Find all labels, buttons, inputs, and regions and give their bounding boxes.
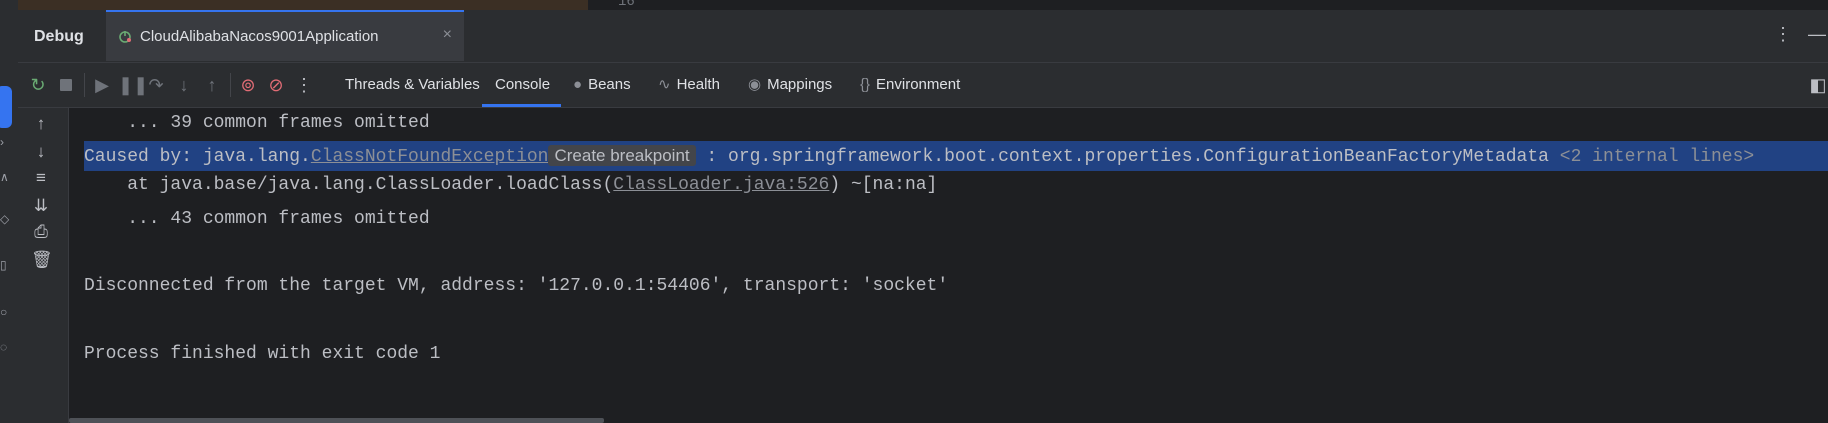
tab-label: Console: [495, 76, 551, 93]
more-options-icon[interactable]: ⋮: [1774, 24, 1792, 45]
tab-health[interactable]: ∿ Health: [658, 63, 720, 107]
terminal-icon[interactable]: ▯: [0, 258, 12, 272]
rerun-icon[interactable]: ↻: [28, 75, 48, 95]
session-tab-label: CloudAlibabaNacos9001Application: [140, 28, 379, 45]
clear-all-icon[interactable]: 🗑: [31, 250, 53, 270]
tab-label: Environment: [876, 76, 961, 93]
exception-class-link[interactable]: ClassNotFoundException: [311, 147, 549, 167]
services-icon[interactable]: ◇: [0, 212, 12, 226]
tab-threads-variables[interactable]: Threads & Variables: [345, 63, 480, 107]
activity-strip: › ∧ ◇ ▯ ○ ◌: [0, 0, 19, 423]
console-line-selected: Caused by: java.lang.ClassNotFoundExcept…: [84, 141, 1828, 171]
health-icon: ∿: [658, 76, 671, 93]
console-line: ... 43 common frames omitted: [84, 209, 430, 229]
tab-mappings[interactable]: ◉ Mappings: [748, 63, 832, 107]
print-icon[interactable]: ⎙: [31, 222, 51, 242]
tool-window-header: Debug CloudAlibabaNacos9001Application ×…: [18, 10, 1828, 63]
minimize-icon[interactable]: —: [1808, 24, 1826, 45]
tool-window-title: Debug: [34, 28, 84, 45]
mappings-icon: ◉: [748, 76, 762, 93]
create-breakpoint-hint[interactable]: Create breakpoint: [548, 145, 696, 166]
editor-selection-peek: [18, 0, 588, 10]
beans-icon: ●: [573, 76, 583, 93]
scroll-to-end-icon[interactable]: ⇊: [31, 196, 51, 216]
source-link[interactable]: ClassLoader.java:526: [613, 175, 829, 195]
view-breakpoints-icon[interactable]: ⊚: [238, 75, 258, 95]
structure-icon[interactable]: ›: [0, 135, 12, 149]
build-icon[interactable]: ∧: [0, 170, 12, 184]
environment-icon: {}: [860, 76, 871, 93]
session-tab[interactable]: CloudAlibabaNacos9001Application ×: [106, 10, 464, 61]
console-line: Disconnected from the target VM, address…: [84, 276, 949, 296]
down-arrow-icon[interactable]: ↓: [31, 142, 51, 162]
layout-icon[interactable]: ◧: [1808, 75, 1828, 95]
tab-label: Health: [676, 76, 720, 93]
stop-icon[interactable]: [56, 75, 76, 95]
up-arrow-icon[interactable]: ↑: [31, 114, 51, 134]
console-gutter: ↑ ↓ ≡ ⇊ ⎙ 🗑: [18, 108, 69, 423]
mute-breakpoints-icon[interactable]: ⊘: [266, 75, 286, 95]
internal-lines-link[interactable]: <2 internal lines>: [1560, 147, 1754, 167]
console-line: at java.base/java.lang.ClassLoader.loadC…: [84, 175, 938, 195]
line-number: 16: [618, 0, 635, 10]
spring-boot-run-icon: [119, 31, 131, 43]
editor-peek: 16: [18, 0, 1828, 10]
tab-beans[interactable]: ● Beans: [573, 63, 631, 107]
step-into-icon[interactable]: ↓: [174, 75, 194, 95]
git-icon[interactable]: ◌: [0, 340, 12, 354]
tab-console[interactable]: Console: [482, 63, 561, 107]
step-over-icon[interactable]: ↷: [146, 75, 166, 95]
close-tab-icon[interactable]: ×: [443, 26, 452, 44]
console-line: Process finished with exit code 1: [84, 344, 441, 364]
more-icon[interactable]: ⋮: [294, 75, 314, 95]
step-out-icon[interactable]: ↑: [202, 75, 222, 95]
soft-wrap-icon[interactable]: ≡: [31, 168, 51, 188]
console-line: ... 39 common frames omitted: [84, 113, 430, 133]
debug-tool-window-button[interactable]: [0, 86, 12, 128]
pause-icon[interactable]: ❚❚: [118, 75, 148, 95]
console-output[interactable]: ... 39 common frames omitted Caused by: …: [69, 108, 1828, 423]
tab-label: Threads & Variables: [345, 76, 480, 93]
horizontal-scrollbar[interactable]: [69, 418, 604, 423]
resume-icon[interactable]: ▶: [92, 75, 112, 95]
debug-toolbar: ↻ ▶ ❚❚ ↷ ↓ ↑ ⊚ ⊘ ⋮ Threads & Variables C…: [18, 63, 1828, 108]
tab-label: Mappings: [767, 76, 833, 93]
tab-label: Beans: [588, 76, 631, 93]
tab-environment[interactable]: {} Environment: [860, 63, 960, 107]
problems-icon[interactable]: ○: [0, 305, 12, 319]
